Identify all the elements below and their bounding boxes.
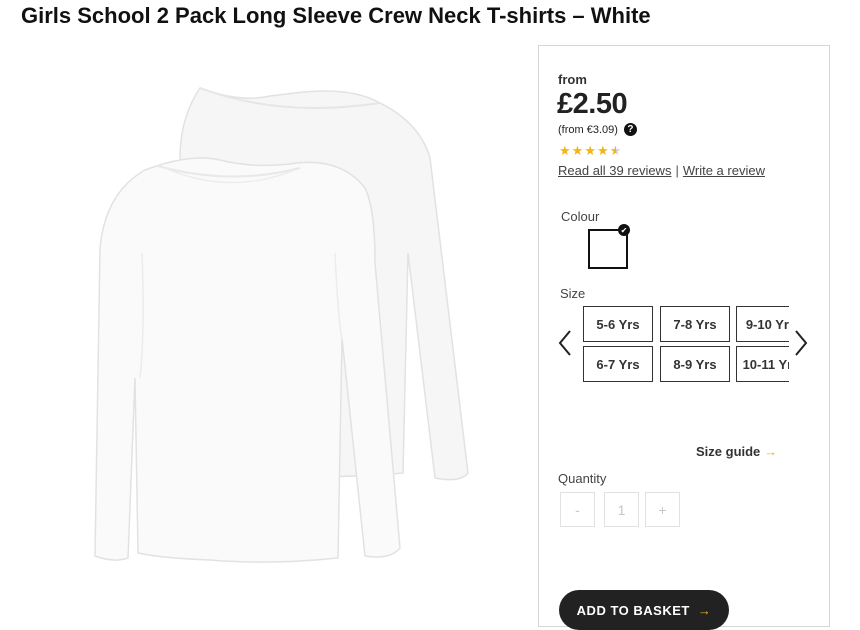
size-label: Size — [560, 286, 586, 301]
size-guide-link[interactable]: Size guide → — [696, 444, 777, 459]
size-carousel: 5-6 Yrs 7-8 Yrs 9-10 Yrs 6-7 Yrs 8-9 Yrs… — [583, 306, 789, 386]
size-guide-label: Size guide — [696, 444, 761, 459]
half-star-icon: ★ — [609, 143, 622, 158]
add-to-basket-button[interactable]: ADD TO BASKET → — [559, 590, 729, 630]
arrow-right-icon: → — [764, 444, 778, 459]
reviews-separator: | — [675, 163, 679, 178]
from-label: from — [558, 72, 587, 87]
quantity-label: Quantity — [558, 471, 607, 486]
alt-price-row: (from €3.09) ? — [558, 123, 637, 136]
star-icon: ★ — [571, 143, 584, 158]
size-option[interactable]: 5-6 Yrs — [583, 306, 653, 342]
size-option[interactable]: 7-8 Yrs — [660, 306, 730, 342]
quantity-increase-button[interactable]: + — [645, 492, 680, 527]
size-option[interactable]: 6-7 Yrs — [583, 346, 653, 382]
read-reviews-link[interactable]: Read all 39 reviews — [558, 163, 671, 178]
product-title: Girls School 2 Pack Long Sleeve Crew Nec… — [21, 3, 651, 28]
star-icon: ★ — [559, 143, 571, 158]
alt-price: (from €3.09) — [558, 123, 618, 136]
size-option[interactable]: 10-11 Yrs — [736, 346, 789, 382]
purchase-panel: from £2.50 (from €3.09) ? ★ ★ ★ ★ ★ Read… — [538, 45, 830, 630]
quantity-decrease-button[interactable]: - — [560, 492, 595, 527]
chevron-right-icon[interactable] — [793, 328, 809, 358]
star-icon: ★ — [584, 143, 596, 158]
add-to-basket-label: ADD TO BASKET — [576, 602, 690, 618]
reviews-row: Read all 39 reviews | Write a review — [558, 163, 765, 178]
help-icon[interactable]: ? — [623, 123, 637, 136]
chevron-left-icon[interactable] — [557, 328, 573, 358]
star-icon: ★ — [596, 143, 609, 158]
star-rating: ★ ★ ★ ★ ★ — [559, 144, 621, 157]
quantity-input[interactable]: 1 — [604, 492, 639, 527]
check-icon: ✔ — [618, 224, 630, 236]
write-review-link[interactable]: Write a review — [683, 163, 765, 178]
arrow-right-icon: → — [697, 602, 712, 618]
price: £2.50 — [557, 88, 628, 120]
tshirt-image — [94, 87, 469, 563]
size-option[interactable]: 8-9 Yrs — [660, 346, 730, 382]
size-option[interactable]: 9-10 Yrs — [736, 306, 789, 342]
colour-label: Colour — [561, 209, 600, 224]
